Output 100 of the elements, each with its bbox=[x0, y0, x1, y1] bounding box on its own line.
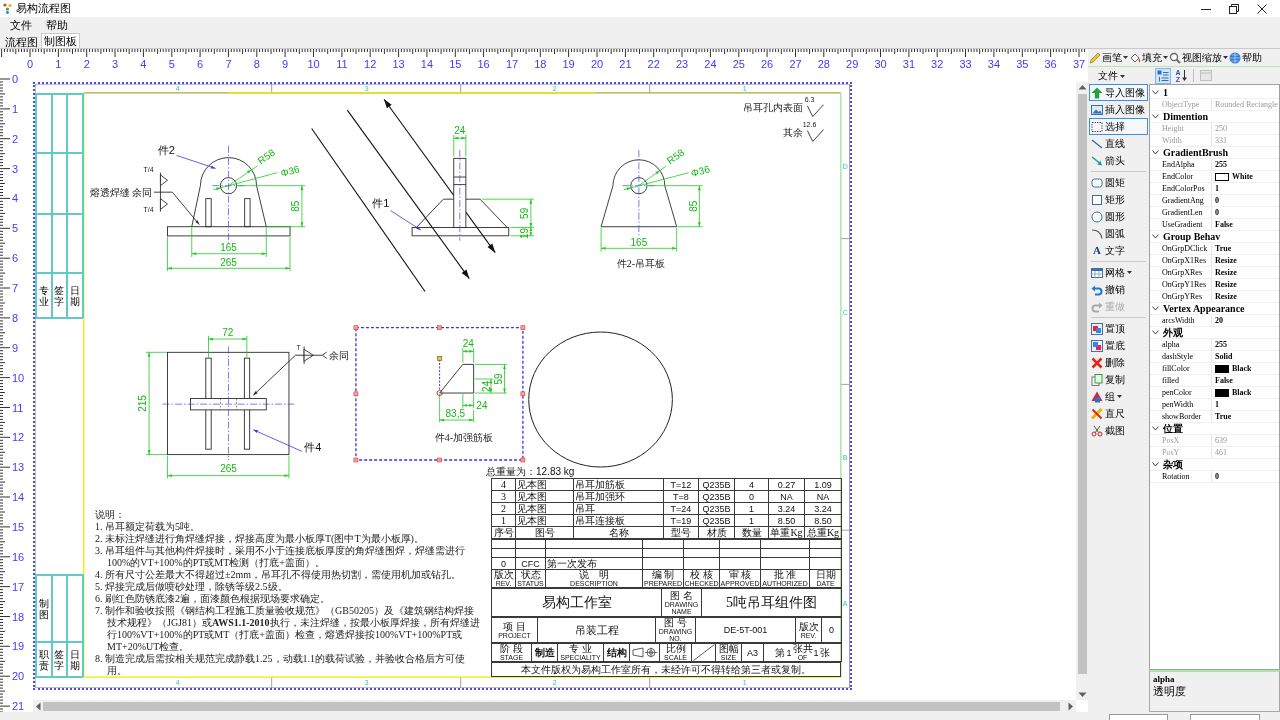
restore-icon[interactable] bbox=[1229, 3, 1239, 14]
tool-button[interactable]: 截图 bbox=[1089, 422, 1148, 439]
property-value[interactable]: Solid bbox=[1215, 351, 1233, 362]
table-cell: 1 bbox=[491, 514, 516, 527]
chevron-down-icon[interactable] bbox=[1152, 462, 1159, 467]
property-value[interactable]: Resize bbox=[1215, 267, 1237, 278]
property-value[interactable]: 0 bbox=[1215, 195, 1219, 206]
file-menu-button[interactable]: 文件 bbox=[1089, 68, 1148, 84]
tool-button[interactable]: 置底 bbox=[1089, 337, 1148, 354]
ruler-number: 36 bbox=[1044, 58, 1057, 70]
table-cell: 1 bbox=[734, 514, 769, 527]
stage-value: 制造 bbox=[531, 643, 558, 662]
ruler-number: 5 bbox=[168, 58, 175, 70]
letter-a-icon: A bbox=[1091, 245, 1103, 256]
resize-handle[interactable] bbox=[520, 325, 526, 330]
close-icon[interactable] bbox=[1257, 3, 1267, 14]
ruler-number: 9 bbox=[282, 58, 289, 70]
vertex-handle[interactable] bbox=[436, 390, 443, 397]
caret-down-icon bbox=[1123, 56, 1128, 59]
tool-button[interactable]: 直线 bbox=[1089, 135, 1148, 152]
scroll-right-icon[interactable] bbox=[1068, 701, 1074, 711]
property-value[interactable]: 255 bbox=[1215, 159, 1227, 170]
resize-handle[interactable] bbox=[520, 457, 526, 463]
resize-handle[interactable] bbox=[437, 325, 442, 330]
toolbar-button[interactable]: 视图缩放 bbox=[1169, 49, 1228, 66]
tool-button[interactable]: 插入图像 bbox=[1089, 101, 1148, 118]
property-value[interactable]: False bbox=[1215, 219, 1233, 230]
tool-button[interactable]: 圆形 bbox=[1089, 208, 1148, 225]
resize-handle[interactable] bbox=[437, 457, 442, 463]
table-cell: 4 bbox=[734, 478, 769, 491]
vertical-scrollbar[interactable] bbox=[1076, 82, 1088, 700]
property-name: penColor bbox=[1160, 387, 1212, 398]
scrollbar-thumb[interactable] bbox=[43, 701, 1060, 711]
chevron-down-icon[interactable] bbox=[1152, 90, 1159, 95]
tool-button[interactable]: 删除 bbox=[1089, 354, 1148, 371]
roughness-symbol-icon bbox=[806, 104, 824, 117]
status-dropdown[interactable] bbox=[1190, 714, 1260, 720]
tool-button[interactable]: 圆弧 bbox=[1089, 225, 1148, 242]
property-value[interactable]: Resize bbox=[1215, 279, 1237, 290]
note-item: 8. 制造完成后需按相关规范完成静载1.25，动载1.1的载荷试验，并验收合格后方可使用。 bbox=[95, 653, 466, 677]
chevron-down-icon[interactable] bbox=[1152, 306, 1159, 311]
status-dropdown[interactable] bbox=[1109, 714, 1168, 720]
property-value[interactable]: Black bbox=[1232, 363, 1252, 374]
chevron-down-icon[interactable] bbox=[1152, 426, 1159, 431]
dimension-value: 24 bbox=[480, 380, 492, 392]
chevron-down-icon[interactable] bbox=[1152, 330, 1159, 335]
horizontal-scrollbar[interactable] bbox=[33, 700, 1076, 712]
chevron-down-icon[interactable] bbox=[1152, 150, 1159, 155]
property-value[interactable]: White bbox=[1232, 171, 1253, 182]
property-value[interactable]: Resize bbox=[1215, 291, 1237, 302]
resize-handle[interactable] bbox=[353, 457, 359, 463]
tab[interactable]: 流程图 bbox=[2, 35, 41, 48]
property-value[interactable]: False bbox=[1215, 375, 1233, 386]
scroll-down-icon[interactable] bbox=[1077, 692, 1087, 698]
property-value[interactable]: True bbox=[1215, 243, 1232, 254]
tool-button[interactable]: 选择 bbox=[1089, 118, 1148, 135]
tool-button[interactable]: 复制 bbox=[1089, 371, 1148, 388]
property-value[interactable]: 255 bbox=[1215, 339, 1227, 350]
menu-item[interactable]: 帮助 bbox=[39, 18, 75, 33]
speciality-value: 结构 bbox=[603, 643, 630, 662]
chevron-down-icon[interactable] bbox=[1152, 114, 1159, 119]
toolbar-button[interactable]: 填充 bbox=[1129, 49, 1168, 66]
tool-button[interactable]: A 文字 bbox=[1089, 242, 1148, 259]
property-value[interactable]: 20 bbox=[1215, 315, 1223, 326]
tool-button[interactable]: 矩形 bbox=[1089, 191, 1148, 208]
chevron-down-icon[interactable] bbox=[1152, 234, 1159, 239]
stacked-squares-icon bbox=[1091, 322, 1103, 335]
tool-button[interactable]: 组 bbox=[1089, 388, 1148, 405]
resize-handle[interactable] bbox=[353, 325, 359, 330]
tab[interactable]: 制图板 bbox=[41, 33, 80, 48]
tool-button[interactable]: 撤销 bbox=[1089, 281, 1148, 298]
tool-button[interactable]: 置顶 bbox=[1089, 320, 1148, 337]
vertex-handle[interactable] bbox=[437, 356, 443, 361]
tool-button[interactable]: 圆矩 bbox=[1089, 174, 1148, 191]
resize-handle[interactable] bbox=[520, 391, 526, 397]
tool-button[interactable]: 直尺 bbox=[1089, 405, 1148, 422]
property-value[interactable]: True bbox=[1215, 411, 1232, 422]
tool-button[interactable]: 导入图像 bbox=[1089, 84, 1148, 101]
tool-button[interactable]: 箭头 bbox=[1089, 152, 1148, 169]
property-grid[interactable] bbox=[1149, 84, 1280, 670]
menu-item[interactable]: 文件 bbox=[3, 18, 39, 33]
roughness-note: 其余 bbox=[783, 127, 804, 139]
categorized-view-button[interactable] bbox=[1155, 67, 1171, 84]
header-label: 版次 bbox=[492, 570, 515, 580]
toolbar-button[interactable]: 帮助 bbox=[1229, 49, 1262, 66]
scroll-left-icon[interactable] bbox=[35, 701, 41, 711]
property-value[interactable]: 0 bbox=[1215, 471, 1219, 482]
stacked-squares-icon bbox=[1091, 339, 1103, 352]
dimension-value: R58 bbox=[664, 146, 687, 167]
scrollbar-thumb[interactable] bbox=[1077, 94, 1087, 674]
property-value[interactable]: 1 bbox=[1215, 399, 1219, 410]
toolbar-button[interactable]: 画笔 bbox=[1089, 49, 1128, 66]
scroll-up-icon[interactable] bbox=[1077, 84, 1087, 90]
resize-handle[interactable] bbox=[353, 391, 359, 397]
category-heading: 杂项 bbox=[1163, 459, 1183, 470]
property-value[interactable]: 1 bbox=[1215, 183, 1219, 194]
property-value[interactable]: 0 bbox=[1215, 207, 1219, 218]
property-value[interactable]: Resize bbox=[1215, 255, 1237, 266]
property-value[interactable]: Black bbox=[1232, 387, 1252, 398]
tool-button[interactable]: 网格 bbox=[1089, 264, 1148, 281]
